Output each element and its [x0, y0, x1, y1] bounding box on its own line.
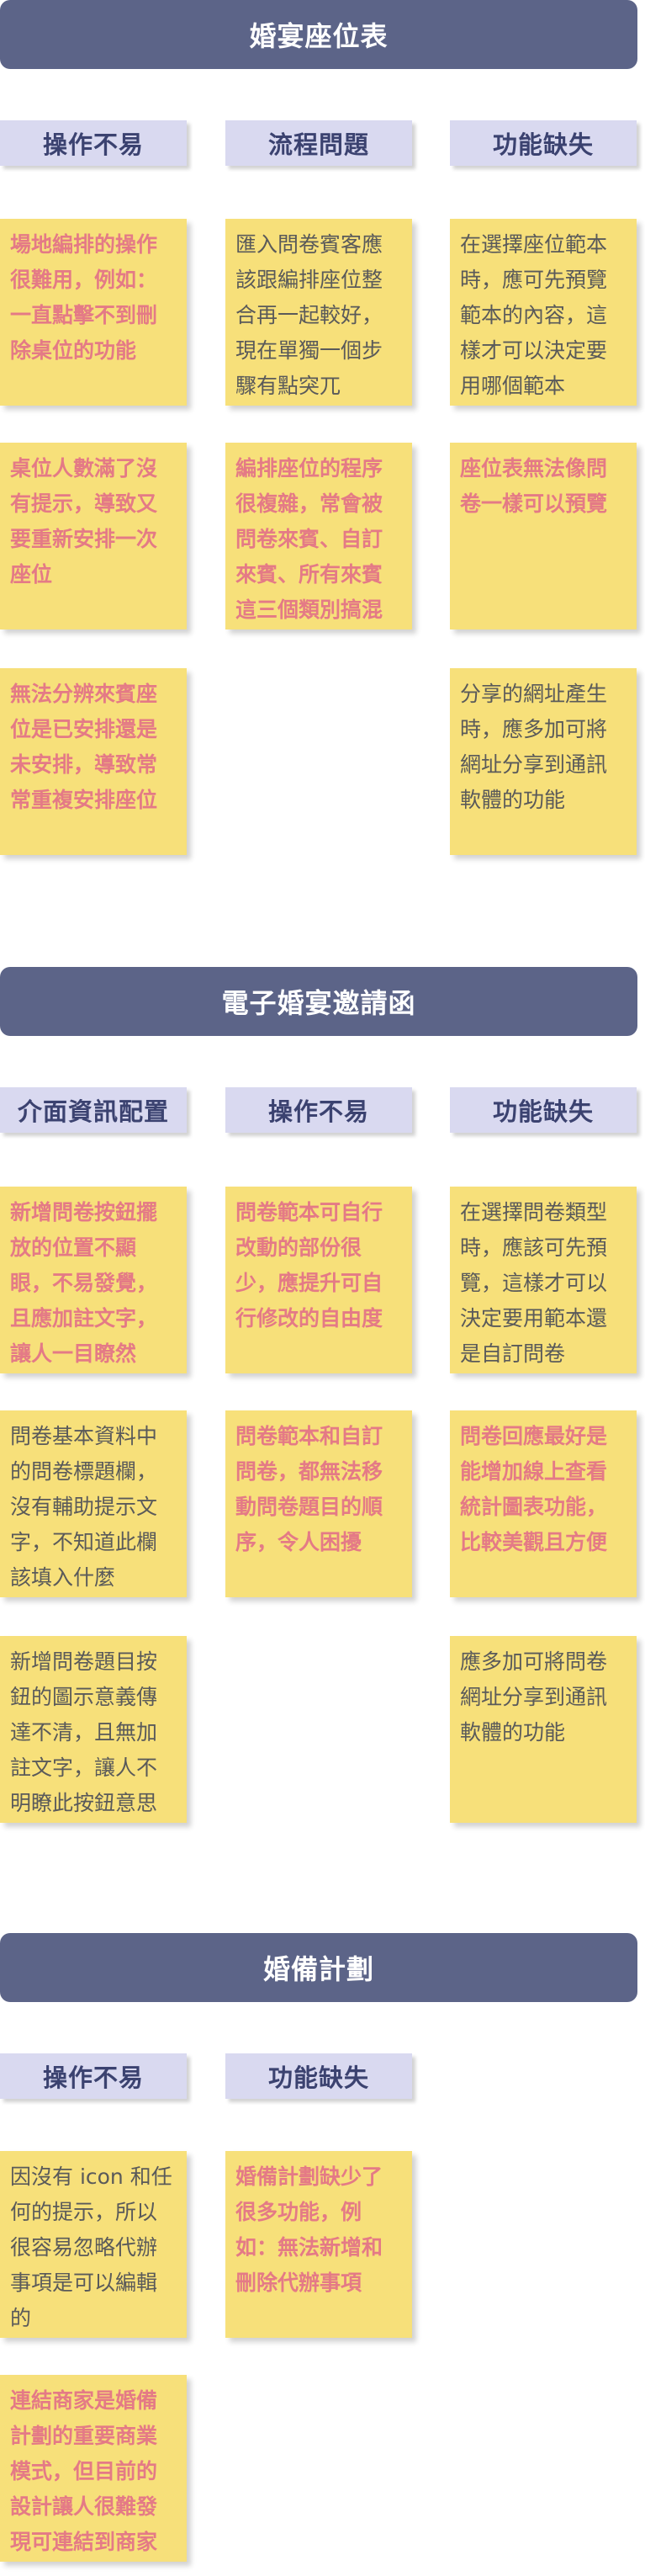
column-header: 操作不易	[0, 2053, 187, 2099]
sticky-note: 桌位人數滿了沒有提示，導致又要重新安排一次座位	[0, 443, 187, 629]
column-header: 功能缺失	[225, 2053, 412, 2099]
column-header: 功能缺失	[450, 120, 637, 166]
sticky-note: 問卷範本可自行改動的部份很少，應提升可自行修改的自由度	[225, 1187, 412, 1373]
sticky-note: 連結商家是婚備計劃的重要商業模式，但目前的設計讓人很難發現可連結到商家	[0, 2375, 187, 2562]
section-title-seating: 婚宴座位表	[0, 0, 637, 69]
column-header: 操作不易	[225, 1087, 412, 1133]
sticky-note: 在選擇座位範本時，應可先預覽範本的內容，這樣才可以決定要用哪個範本	[450, 219, 637, 406]
sticky-note: 匯入問卷賓客應該跟編排座位整合再一起較好，現在單獨一個步驟有點突兀	[225, 219, 412, 406]
sticky-note: 在選擇問卷類型時，應該可先預覽，這樣才可以決定要用範本還是自訂問卷	[450, 1187, 637, 1373]
sticky-note: 問卷基本資料中的問卷標題欄，沒有輔助提示文字，不知道此欄該填入什麼	[0, 1410, 187, 1597]
column-header: 流程問題	[225, 120, 412, 166]
column-header: 操作不易	[0, 120, 187, 166]
sticky-note: 因沒有 icon 和任何的提示，所以很容易忽略代辦事項是可以編輯的	[0, 2151, 187, 2338]
sticky-note: 問卷範本和自訂問卷，都無法移動問卷題目的順序，令人困擾	[225, 1410, 412, 1597]
sticky-note: 新增問卷題目按鈕的圖示意義傳達不清，且無加註文字，讓人不明瞭此按鈕意思	[0, 1636, 187, 1823]
sticky-note: 分享的網址產生時，應多加可將網址分享到通訊軟體的功能	[450, 668, 637, 855]
sticky-note: 無法分辨來賓座位是已安排還是未安排，導致常常重複安排座位	[0, 668, 187, 855]
sticky-note: 婚備計劃缺少了很多功能，例如：無法新增和刪除代辦事項	[225, 2151, 412, 2338]
sticky-note: 座位表無法像問卷一樣可以預覽	[450, 443, 637, 629]
sticky-note: 編排座位的程序很複雜，常會被問卷來賓、自訂來賓、所有來賓這三個類別搞混	[225, 443, 412, 629]
sticky-note: 新增問卷按鈕擺放的位置不顯眼，不易發覺，且應加註文字，讓人一目瞭然	[0, 1187, 187, 1373]
section-title-planning: 婚備計劃	[0, 1933, 637, 2002]
column-header: 介面資訊配置	[0, 1087, 187, 1133]
column-header: 功能缺失	[450, 1087, 637, 1133]
section-title-invitation: 電子婚宴邀請函	[0, 967, 637, 1036]
sticky-note: 問卷回應最好是能增加線上查看統計圖表功能，比較美觀且方便	[450, 1410, 637, 1597]
sticky-note: 應多加可將問卷網址分享到通訊軟體的功能	[450, 1636, 637, 1823]
sticky-note: 場地編排的操作很難用，例如：一直點擊不到刪除桌位的功能	[0, 219, 187, 406]
